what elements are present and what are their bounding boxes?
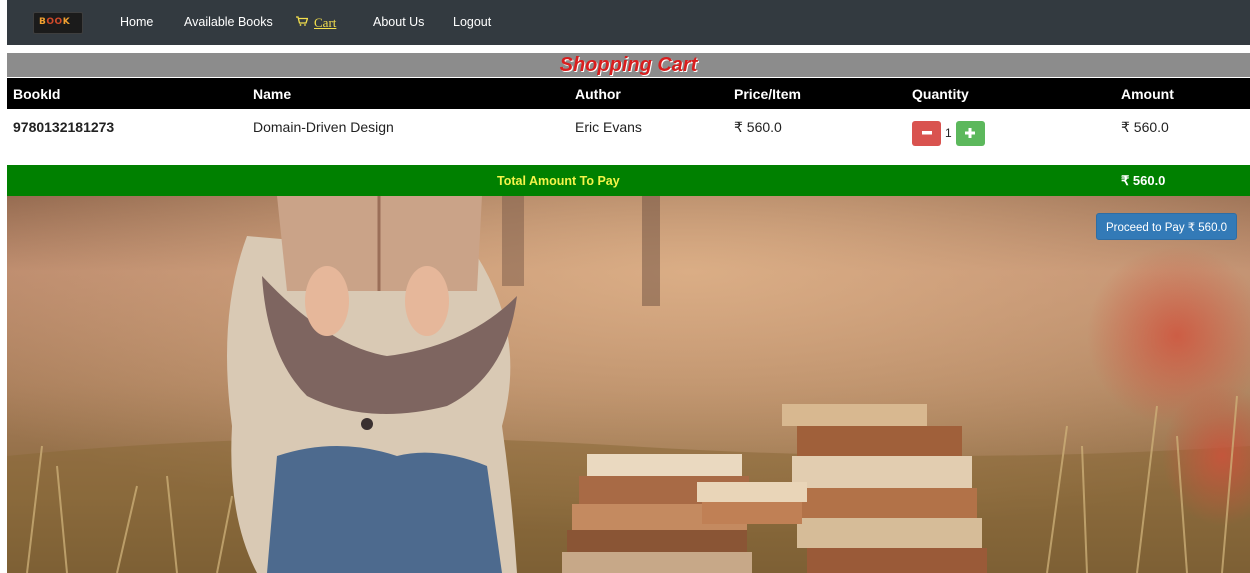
minus-icon: [921, 131, 932, 135]
brand-logo[interactable]: BOOK: [33, 12, 83, 34]
cart-table-header: BookId Name Author Price/Item Quantity A…: [7, 78, 1250, 109]
hero-background-image: Proceed to Pay ₹ 560.0: [7, 196, 1250, 573]
proceed-to-pay-button[interactable]: Proceed to Pay ₹ 560.0: [1096, 213, 1237, 240]
total-value: ₹ 560.0: [1121, 173, 1166, 188]
column-header-name: Name: [253, 86, 292, 102]
quantity-stepper: 1: [912, 120, 985, 146]
cell-author: Eric Evans: [575, 119, 642, 135]
total-bar: Total Amount To Pay ₹ 560.0: [7, 165, 1250, 196]
page-title: Shopping Cart: [559, 54, 698, 76]
column-header-price: Price/Item: [734, 86, 801, 102]
cell-amount: ₹ 560.0: [1121, 119, 1169, 135]
plus-icon: [965, 128, 976, 138]
nav-available-books-link[interactable]: Available Books: [184, 15, 273, 29]
nav-cart-label: Cart: [314, 15, 337, 30]
column-header-quantity: Quantity: [912, 86, 969, 102]
increase-quantity-button[interactable]: [955, 120, 985, 146]
nav-cart-link[interactable]: Cart: [296, 15, 336, 31]
table-row: 9780132181273 Domain-Driven Design Eric …: [7, 109, 1250, 155]
nav-about-link[interactable]: About Us: [373, 15, 424, 29]
shopping-cart-icon: [296, 16, 308, 26]
column-header-author: Author: [575, 86, 621, 102]
quantity-value: 1: [945, 126, 952, 140]
nav-logout-link[interactable]: Logout: [453, 15, 491, 29]
cell-price: ₹ 560.0: [734, 119, 782, 135]
cart-title-bar: Shopping Cart: [7, 53, 1250, 77]
column-header-bookid: BookId: [13, 86, 61, 102]
logo-wordmark: BOOK: [39, 17, 71, 27]
column-header-amount: Amount: [1121, 86, 1174, 102]
cell-book-id: 9780132181273: [13, 119, 115, 135]
total-label: Total Amount To Pay: [497, 174, 620, 188]
decrease-quantity-button[interactable]: [912, 120, 941, 146]
navbar: BOOK Home Available Books Cart About Us …: [7, 0, 1250, 45]
cell-book-name: Domain-Driven Design: [253, 119, 394, 135]
reading-woman-illustration: [7, 196, 1250, 573]
nav-home-link[interactable]: Home: [120, 15, 153, 29]
